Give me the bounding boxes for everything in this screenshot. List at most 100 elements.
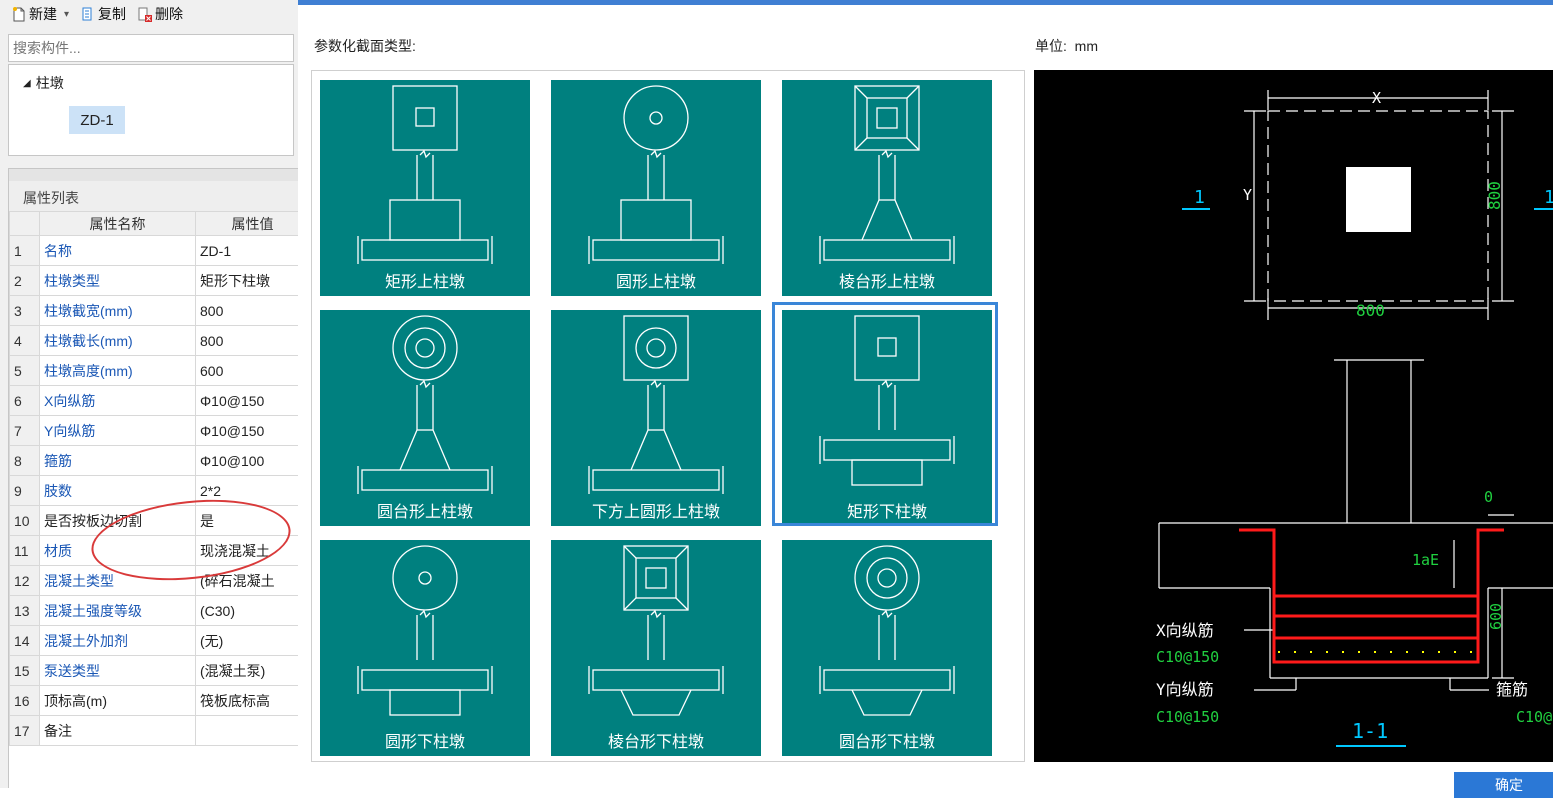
section-tile-circle-up[interactable]: 圆形上柱墩 [551,80,761,296]
property-name: 备注 [39,715,196,746]
property-value[interactable]: 现浇混凝土 [195,535,298,566]
cone-down-shape-icon [819,545,955,716]
tile-label: 圆台形上柱墩 [376,504,473,521]
property-row[interactable]: 11 材质 现浇混凝土 [9,535,298,566]
left-panel: 新建 ▾ 复制 删除 ◢ 柱墩 ZD-1 属性列表 属性名称 [0,0,298,788]
property-row[interactable]: 16 顶标高(m) 筏板底标高 [9,685,298,716]
tree-root-label: 柱墩 [35,75,64,91]
property-value[interactable]: 矩形下柱墩 [195,265,298,296]
property-row[interactable]: 9 肢数 2*2 [9,475,298,506]
row-index: 8 [9,445,40,476]
section-tile-circle-down[interactable]: 圆形下柱墩 [320,540,530,756]
property-name: 柱墩类型 [39,265,196,296]
section-tile-sqround-up[interactable]: 下方上圆形上柱墩 [551,310,761,526]
property-row[interactable]: 7 Y向纵筋 Φ10@150 [9,415,298,446]
copy-button[interactable]: 复制 [77,2,130,26]
tree-child-label: ZD-1 [80,111,114,129]
dim-800-v: 800 [1485,181,1504,210]
property-row[interactable]: 17 备注 [9,715,298,746]
property-name: 柱墩高度(mm) [39,355,196,386]
cone-up-shape-icon [357,315,493,494]
property-value[interactable]: (混凝土泵) [195,655,298,686]
section-tile-cone-down[interactable]: 圆台形下柱墩 [782,540,992,756]
property-value[interactable]: (碎石混凝土 [195,565,298,596]
property-row[interactable]: 15 泵送类型 (混凝土泵) [9,655,298,686]
tree-node-root[interactable]: ◢ 柱墩 [23,73,64,93]
row-index: 11 [9,535,40,566]
section-tile-cone-up[interactable]: 圆台形上柱墩 [320,310,530,526]
dim-x: X [1372,89,1381,107]
value-column-header: 属性值 [195,211,298,236]
dim-600: 600 [1487,603,1505,630]
property-name: X向纵筋 [39,385,196,416]
property-value[interactable]: ZD-1 [195,235,298,266]
property-row[interactable]: 8 箍筋 Φ10@100 [9,445,298,476]
property-value[interactable]: Φ10@150 [195,415,298,446]
collapse-triangle-icon[interactable]: ◢ [23,78,31,89]
property-value[interactable]: 800 [195,295,298,326]
ok-button[interactable]: 确定 [1454,772,1553,798]
property-row[interactable]: 13 混凝土强度等级 (C30) [9,595,298,626]
property-row[interactable]: 2 柱墩类型 矩形下柱墩 [9,265,298,296]
section-tile-rect-up[interactable]: 矩形上柱墩 [320,80,530,296]
dim-zero: 0 [1484,488,1493,506]
property-row[interactable]: 4 柱墩截长(mm) 800 [9,325,298,356]
property-row[interactable]: 14 混凝土外加剂 (无) [9,625,298,656]
rect-up-shape-icon [357,85,493,264]
property-name: 材质 [39,535,196,566]
tile-label: 圆形上柱墩 [615,274,696,291]
property-row[interactable]: 1 名称 ZD-1 [9,235,298,266]
property-name: 柱墩截宽(mm) [39,295,196,326]
stirrup-label: 箍筋 [1496,680,1528,699]
property-row[interactable]: 3 柱墩截宽(mm) 800 [9,295,298,326]
sqround-up-shape-icon [588,315,724,494]
new-button-label: 新建 [29,6,57,22]
preview-drawing: X Y 800 800 1 1 0 1aE 600 X向纵筋 C10@150 Y… [1156,89,1553,747]
circle-down-shape-icon [357,545,493,716]
x-bar-spec: C10@150 [1156,648,1219,666]
section-mark-right: 1 [1544,187,1553,208]
property-value[interactable]: Φ10@100 [195,445,298,476]
property-name: 混凝土外加剂 [39,625,196,656]
section-tile-frustum-up[interactable]: 棱台形上柱墩 [782,80,992,296]
search-input[interactable] [8,34,294,62]
circle-up-shape-icon [588,85,724,264]
property-table: 属性名称 属性值 1 名称 ZD-1 2 柱墩类型 矩形下柱墩 3 柱墩截宽(mm) 800 4 柱… [9,211,298,746]
delete-button[interactable]: 删除 [134,2,187,26]
property-row[interactable]: 5 柱墩高度(mm) 600 [9,355,298,386]
toolbar: 新建 ▾ 复制 删除 [8,0,187,28]
property-value[interactable]: 800 [195,325,298,356]
property-value[interactable]: 是 [195,505,298,536]
property-row[interactable]: 6 X向纵筋 Φ10@150 [9,385,298,416]
chevron-down-icon[interactable]: ▾ [64,9,69,20]
property-value[interactable]: 筏板底标高 [195,685,298,716]
property-row[interactable]: 12 混凝土类型 (碎石混凝土 [9,565,298,596]
property-value[interactable]: Φ10@150 [195,385,298,416]
tree-node-zd1[interactable]: ZD-1 [69,106,125,134]
property-name: 是否按板边切割 [39,505,196,536]
tile-label: 圆台形下柱墩 [838,734,935,751]
tile-label: 圆形下柱墩 [384,734,465,751]
property-name: 泵送类型 [39,655,196,686]
copy-icon [82,7,92,20]
panel-divider [9,169,298,181]
property-value[interactable]: 2*2 [195,475,298,506]
section-tile-frustum-down[interactable]: 棱台形下柱墩 [551,540,761,756]
new-button[interactable]: 新建 ▾ [8,2,73,26]
selected-tile-frame [772,302,998,526]
property-row[interactable]: 10 是否按板边切割是 [9,505,298,536]
row-index: 14 [9,625,40,656]
property-value[interactable]: (C30) [195,595,298,626]
section-preview: X Y 800 800 1 1 0 1aE 600 X向纵筋 C10@150 Y… [1034,70,1553,762]
dim-y: Y [1243,186,1252,204]
unit-caption: 单位: [1035,38,1067,54]
property-value[interactable] [195,715,298,746]
row-index: 1 [9,235,40,266]
property-value[interactable]: (无) [195,625,298,656]
index-column-header [9,211,40,236]
dialog-title-bar [298,0,1553,5]
unit-value: mm [1074,38,1098,54]
row-index: 10 [9,505,40,536]
y-bar-label: Y向纵筋 [1156,680,1214,699]
property-value[interactable]: 600 [195,355,298,386]
